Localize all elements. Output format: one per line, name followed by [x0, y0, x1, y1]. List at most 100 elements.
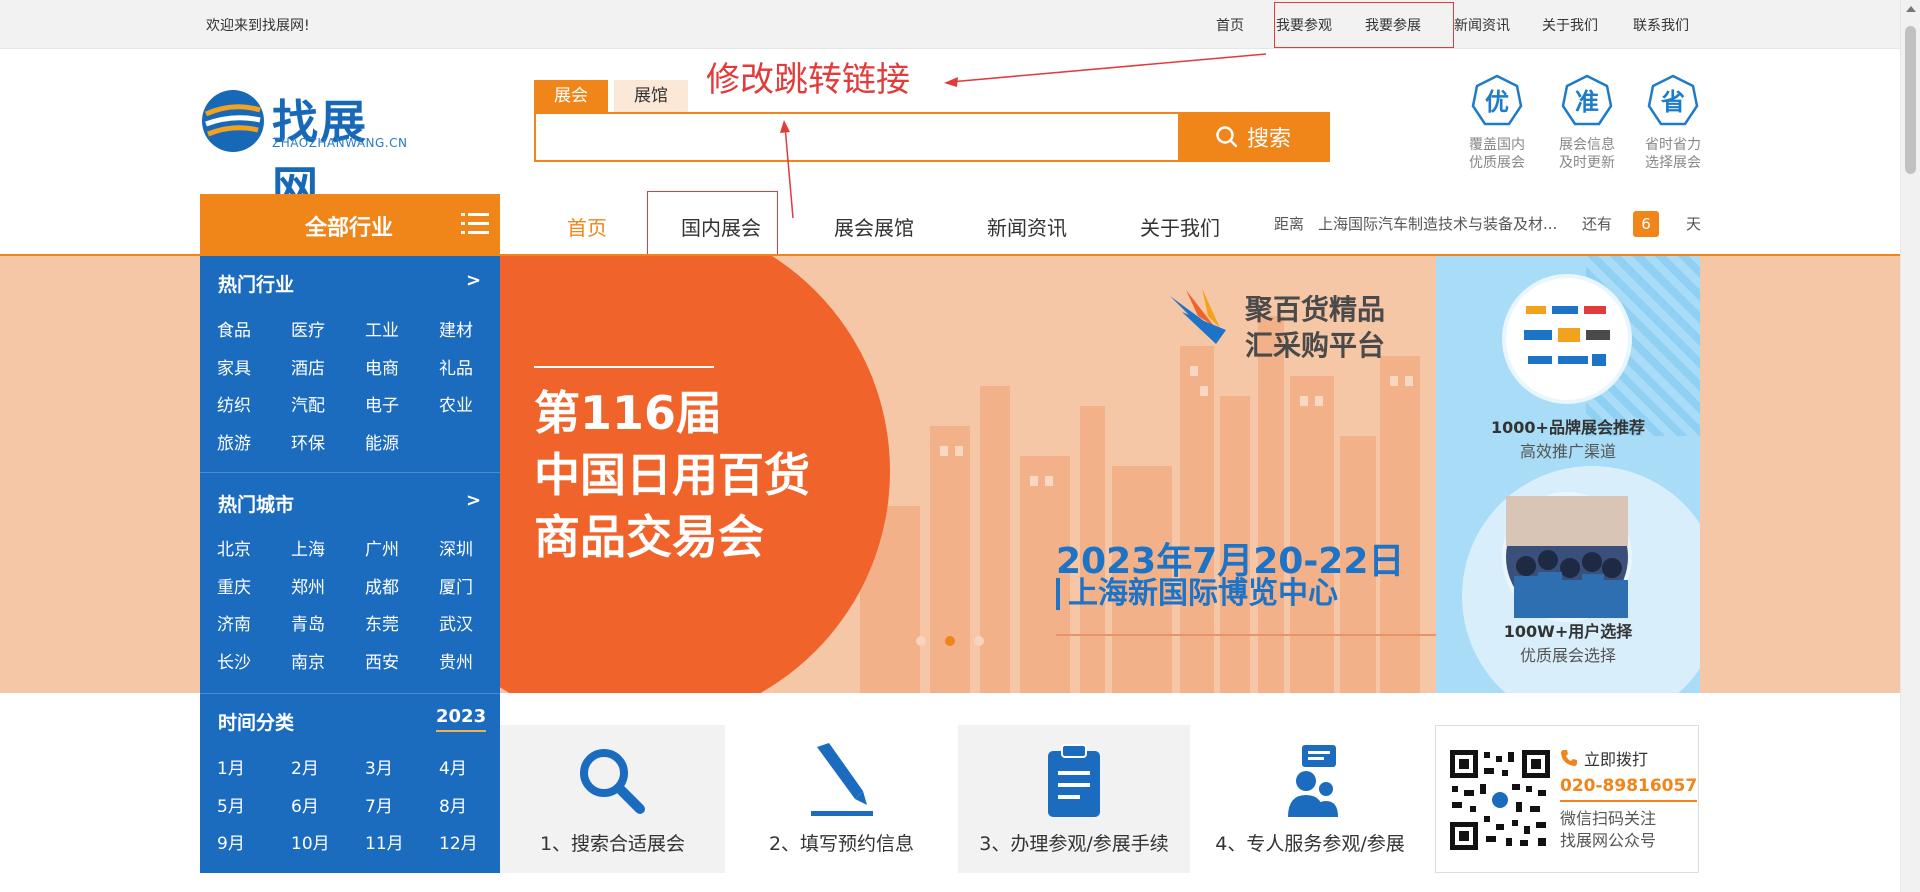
nav-venues[interactable]: 展会展馆 [834, 212, 914, 241]
carousel-dot[interactable] [916, 636, 926, 646]
city-link[interactable]: 重庆 [217, 573, 251, 598]
nav-news[interactable]: 新闻资讯 [987, 212, 1067, 241]
city-link[interactable]: 贵州 [439, 648, 473, 673]
month-link[interactable]: 12月 [439, 829, 478, 854]
call-now-label: 立即拨打 [1584, 750, 1649, 769]
step-label: 1、搜索合适展会 [539, 833, 686, 855]
hot-city-more-icon[interactable]: > [466, 490, 481, 511]
wechat-qr-code[interactable] [1450, 750, 1550, 850]
city-link[interactable]: 成都 [365, 573, 399, 598]
city-link[interactable]: 东莞 [365, 610, 399, 635]
badge-save: 省 省时省力 选择展会 [1628, 74, 1718, 172]
badge-line1: 展会信息 [1559, 137, 1615, 153]
city-link[interactable]: 厦门 [439, 573, 473, 598]
city-link[interactable]: 长沙 [217, 648, 251, 673]
phone-number[interactable]: 020-89816057 [1560, 776, 1698, 802]
carousel-dot-active[interactable] [945, 636, 955, 646]
banner-slogan-line: 聚百货精品 [1245, 293, 1386, 326]
call-now: 立即拨打 [1560, 746, 1697, 770]
time-category-title: 时间分类 [218, 712, 295, 734]
month-link[interactable]: 3月 [365, 754, 393, 779]
badge-char: 准 [1575, 88, 1599, 116]
crowd-photo-circle [1502, 492, 1632, 622]
month-link[interactable]: 6月 [291, 792, 319, 817]
city-link[interactable]: 济南 [217, 610, 251, 635]
month-link[interactable]: 2月 [291, 754, 319, 779]
industry-link[interactable]: 医疗 [291, 316, 325, 341]
banner-underline [1056, 634, 1436, 636]
category-sidebar: 热门行业 > 食品 医疗 工业 建材家具 酒店 电商 礼品纺织 汽配 电子 农业旅游 环保 能源 热门… [200, 256, 500, 873]
list-menu-icon [461, 213, 489, 234]
month-link[interactable]: 11月 [365, 829, 404, 854]
city-link[interactable]: 深圳 [439, 535, 473, 560]
industry-link[interactable]: 环保 [291, 429, 325, 454]
month-link[interactable]: 5月 [217, 792, 245, 817]
city-link[interactable]: 西安 [365, 648, 399, 673]
month-link[interactable]: 10月 [291, 829, 330, 854]
city-link[interactable]: 上海 [291, 535, 325, 560]
wechat-note: 微信扫码关注 找展网公众号 [1560, 808, 1697, 852]
banner-title: 第116届 中国日用百货 商品交易会 [534, 382, 810, 568]
city-link[interactable]: 北京 [217, 535, 251, 560]
nav-domestic-exhibitions[interactable]: 国内展会 [681, 212, 761, 241]
step-search[interactable]: 1、搜索合适展会 [500, 725, 725, 873]
industry-link[interactable]: 汽配 [291, 391, 325, 416]
industry-link[interactable]: 家具 [217, 354, 251, 379]
countdown-middle: 还有 [1582, 215, 1613, 233]
industry-link[interactable]: 农业 [439, 391, 473, 416]
city-link[interactable]: 武汉 [439, 610, 473, 635]
industry-link[interactable]: 酒店 [291, 354, 325, 379]
banner-title-line: 第116届 [534, 386, 723, 440]
main-banner[interactable]: 第116届 中国日用百货 商品交易会 聚百货精品 汇采购平台 2023年7月20… [500, 256, 1436, 693]
step-service[interactable]: 4、专人服务参观/参展 [1190, 725, 1430, 873]
city-link[interactable]: 广州 [365, 535, 399, 560]
industry-link[interactable]: 食品 [217, 316, 251, 341]
countdown-event[interactable]: 上海国际汽车制造技术与装备及材... [1318, 213, 1557, 234]
industry-link[interactable]: 建材 [439, 316, 473, 341]
all-industries-button[interactable]: 全部行业 [200, 194, 500, 255]
hot-industry-more-icon[interactable]: > [466, 270, 481, 291]
month-link[interactable]: 8月 [439, 792, 467, 817]
nav-home[interactable]: 首页 [567, 212, 607, 241]
banner-slogan-line: 汇采购平台 [1245, 329, 1386, 362]
contact-card: 立即拨打 020-89816057 微信扫码关注 找展网公众号 [1435, 725, 1699, 873]
city-link[interactable]: 南京 [291, 648, 325, 673]
sidebar-divider [200, 472, 500, 473]
badge-char: 省 [1661, 88, 1685, 116]
badge-line1: 覆盖国内 [1469, 137, 1525, 153]
customer-service-icon [1288, 745, 1338, 817]
month-link[interactable]: 1月 [217, 754, 245, 779]
industry-link[interactable]: 旅游 [217, 429, 251, 454]
year-selector[interactable]: 2023 [436, 706, 487, 732]
month-link[interactable]: 7月 [365, 792, 393, 817]
banner-side-promo[interactable]: 1000+品牌展会推荐 高效推广渠道 100W+用户选择 优质展会选择 [1436, 256, 1700, 693]
industry-link[interactable]: 电子 [365, 391, 399, 416]
phone-icon [1561, 750, 1577, 766]
nav-about[interactable]: 关于我们 [1140, 212, 1220, 241]
clipboard-icon [1048, 744, 1100, 817]
wechat-note-line: 微信扫码关注 [1560, 809, 1657, 828]
step-fill-info[interactable]: 2、填写预约信息 [725, 725, 958, 873]
industry-link[interactable]: 礼品 [439, 354, 473, 379]
hot-city-title[interactable]: 热门城市 [218, 490, 294, 517]
city-link[interactable]: 郑州 [291, 573, 325, 598]
countdown-prefix: 距离 [1274, 215, 1305, 233]
brands-logo-circle [1502, 274, 1632, 404]
sidebar-divider [200, 693, 500, 694]
hot-industry-title[interactable]: 热门行业 [218, 270, 294, 297]
promo-brands-sub: 高效推广渠道 [1519, 442, 1616, 461]
carousel-dot[interactable] [974, 636, 984, 646]
countdown-suffix: 天 [1686, 215, 1702, 233]
industry-link[interactable]: 纺织 [217, 391, 251, 416]
pen-icon [811, 743, 873, 816]
banner-title-line: 商品交易会 [534, 510, 764, 564]
industry-link[interactable]: 能源 [365, 429, 399, 454]
month-link[interactable]: 9月 [217, 829, 245, 854]
month-link[interactable]: 4月 [439, 754, 467, 779]
industry-link[interactable]: 电商 [365, 354, 399, 379]
colorful-bird-logo-icon [1170, 288, 1226, 344]
step-process[interactable]: 3、办理参观/参展手续 [958, 725, 1190, 873]
brand-logos-icon [1524, 306, 1610, 366]
city-link[interactable]: 青岛 [291, 610, 325, 635]
industry-link[interactable]: 工业 [365, 316, 399, 341]
